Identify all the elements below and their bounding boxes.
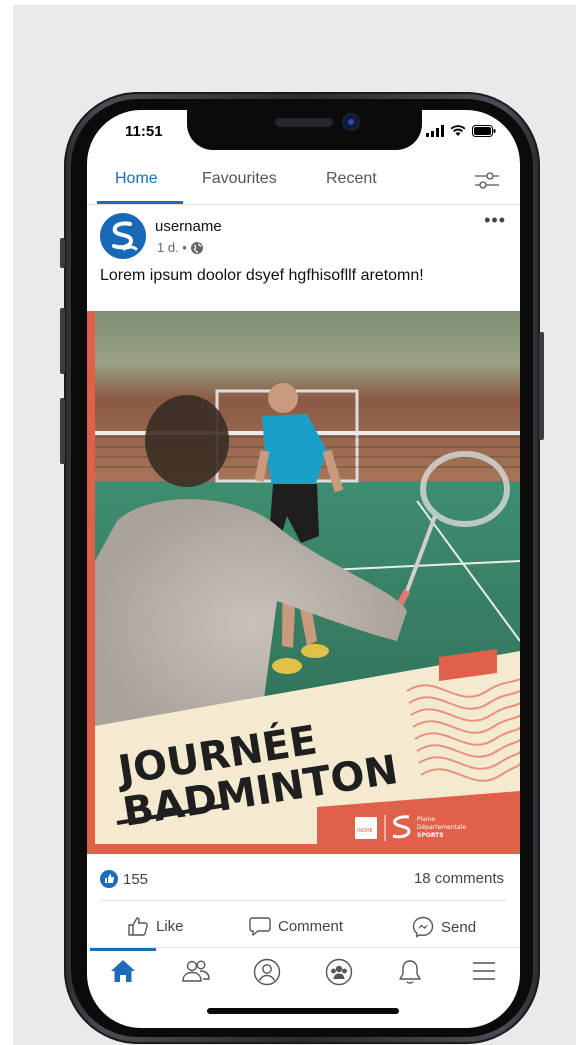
post-time: 1 d. •: [157, 240, 187, 255]
friends-icon[interactable]: [181, 958, 211, 984]
comment-button[interactable]: Comment: [249, 916, 343, 936]
comment-icon: [249, 917, 271, 936]
side-button: [539, 332, 544, 440]
speaker: [275, 118, 333, 127]
post-meta: 1 d. •: [157, 240, 204, 255]
front-camera: [344, 115, 358, 129]
home-indicator[interactable]: [207, 1008, 399, 1014]
battery-icon: [472, 125, 496, 137]
status-time: 11:51: [125, 123, 163, 140]
signal-icon: [426, 125, 444, 137]
profile-icon[interactable]: [253, 958, 281, 986]
globe-icon: [190, 241, 203, 254]
post-image[interactable]: JOURNÉE BADMINTON INDRE Plaine Départeme…: [87, 311, 520, 854]
send-button[interactable]: Send: [412, 916, 476, 938]
nav-active-indicator: [90, 948, 156, 951]
reaction-summary[interactable]: 155: [100, 870, 148, 888]
poster-logo-line3: SPORTS: [417, 832, 444, 839]
poster-logo-line1: Plaine: [417, 816, 435, 823]
badminton-poster: JOURNÉE BADMINTON INDRE Plaine Départeme…: [87, 311, 520, 854]
poster-logo-line2: Départementale: [417, 824, 466, 831]
tab-home[interactable]: Home: [115, 170, 158, 188]
menu-icon[interactable]: [470, 958, 498, 984]
bell-icon[interactable]: [397, 958, 423, 986]
post-username[interactable]: username: [155, 218, 222, 235]
status-icons: [426, 125, 496, 137]
avatar[interactable]: [100, 213, 146, 259]
send-label: Send: [441, 918, 477, 936]
divider: [100, 900, 507, 901]
post-actions: Like Comment Send: [87, 910, 520, 946]
home-icon[interactable]: [109, 958, 137, 984]
comment-label: Comment: [278, 917, 344, 935]
notch: [187, 110, 422, 150]
filter-icon[interactable]: [474, 170, 500, 192]
wifi-icon: [450, 125, 466, 136]
like-button[interactable]: Like: [127, 916, 184, 936]
more-icon[interactable]: •••: [484, 210, 506, 231]
active-tab-indicator: [97, 201, 183, 204]
bottom-nav: [87, 947, 520, 988]
like-label: Like: [156, 917, 184, 935]
tab-favourites[interactable]: Favourites: [202, 170, 277, 188]
phone-screen: 11:51 Home Favourites Recent username 1 …: [87, 110, 520, 1028]
like-reaction-icon: [100, 870, 118, 888]
post-text: Lorem ipsum doolor dsyef hgfhisofllf are…: [100, 267, 424, 284]
like-icon: [128, 917, 148, 936]
tab-recent[interactable]: Recent: [326, 170, 377, 188]
volume-down-button: [60, 398, 65, 464]
messenger-icon: [412, 916, 434, 938]
feed-tabs: Home Favourites Recent: [87, 160, 520, 205]
volume-up-button: [60, 308, 65, 374]
groups-icon[interactable]: [325, 958, 353, 986]
mute-switch: [60, 238, 65, 268]
like-count: 155: [123, 870, 149, 888]
comment-count[interactable]: 18 comments: [414, 870, 504, 887]
poster-logo-left: INDRE: [357, 828, 373, 834]
brand-logo-icon: [112, 221, 138, 251]
